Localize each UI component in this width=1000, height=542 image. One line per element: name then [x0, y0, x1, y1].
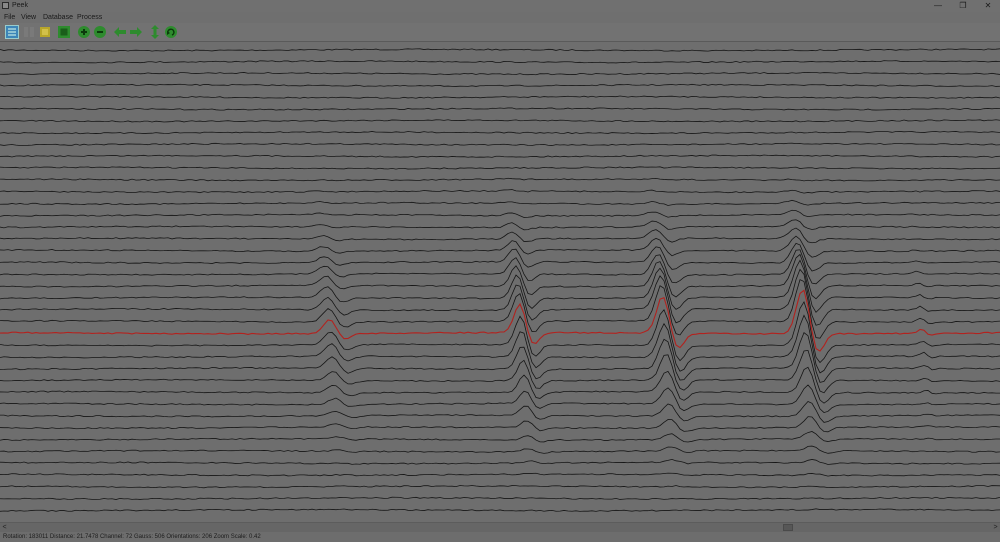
- trace: [0, 107, 1000, 111]
- trace: [0, 131, 1000, 135]
- grid-view-button[interactable]: [22, 25, 36, 39]
- trace: [0, 177, 1000, 182]
- restore-button[interactable]: ❐: [951, 0, 975, 12]
- trace: [0, 472, 1000, 477]
- trace: [0, 314, 1000, 374]
- close-button[interactable]: ✕: [976, 0, 1000, 12]
- menu-view[interactable]: View: [21, 12, 36, 23]
- scroll-left-button[interactable]: [113, 25, 127, 39]
- trace: [0, 242, 1000, 272]
- trace: [0, 485, 1000, 489]
- trace: [0, 95, 1000, 99]
- grid-view-icon: [24, 27, 34, 37]
- open-folder-button[interactable]: [38, 25, 52, 39]
- arrow-right-icon: [130, 27, 142, 37]
- trace: [0, 253, 1000, 300]
- zoom-in-icon: [78, 26, 90, 38]
- scroll-right-arrow[interactable]: >: [991, 523, 1000, 532]
- trace: [0, 416, 1000, 433]
- trace: [0, 445, 1000, 454]
- trace: [0, 83, 1000, 87]
- refresh-icon: [165, 26, 177, 38]
- trace: [0, 119, 1000, 123]
- toolbar: [0, 23, 1000, 42]
- trace: [0, 227, 1000, 244]
- app-icon: [2, 2, 9, 9]
- trace: [0, 142, 1000, 146]
- menu-process[interactable]: Process: [77, 12, 102, 23]
- trace: [0, 384, 1000, 414]
- menu-database[interactable]: Database: [43, 12, 73, 23]
- zoom-in-button[interactable]: [77, 25, 91, 39]
- scroll-right-button[interactable]: [129, 25, 143, 39]
- window-title: Peek: [12, 2, 28, 9]
- minimize-button[interactable]: —: [926, 0, 950, 12]
- waveform-plot[interactable]: [0, 42, 1000, 522]
- trace: [0, 366, 1000, 404]
- horizontal-scrollbar[interactable]: < >: [0, 522, 1000, 532]
- vertical-scale-button[interactable]: [148, 25, 162, 39]
- folder-icon: [40, 27, 50, 37]
- trace: [0, 496, 1000, 500]
- menu-file[interactable]: File: [4, 12, 15, 23]
- trace: [0, 71, 1000, 76]
- trace: [0, 249, 1000, 285]
- trace: [0, 331, 1000, 383]
- zoom-out-button[interactable]: [93, 25, 107, 39]
- stop-icon: [58, 26, 70, 38]
- stop-button[interactable]: [57, 25, 71, 39]
- menu-bar: File View Database Process: [0, 12, 1000, 23]
- list-view-button[interactable]: [5, 25, 19, 39]
- refresh-button[interactable]: [164, 25, 178, 39]
- trace: [0, 431, 1000, 443]
- waveform-traces: [0, 48, 1000, 512]
- trace: [0, 458, 1000, 465]
- title-bar: Peek — ❐ ✕: [0, 0, 1000, 12]
- list-view-icon: [5, 25, 19, 39]
- trace: [0, 199, 1000, 206]
- trace: [0, 189, 1000, 194]
- zoom-out-icon: [94, 26, 106, 38]
- trace: [0, 209, 1000, 218]
- scroll-left-arrow[interactable]: <: [0, 523, 9, 532]
- status-bar: Rotation: 183011 Distance: 21.7478 Chann…: [0, 532, 1000, 542]
- vertical-scale-icon: [151, 25, 159, 39]
- trace: [0, 154, 1000, 158]
- status-text: Rotation: 183011 Distance: 21.7478 Chann…: [3, 534, 261, 540]
- trace: [0, 166, 1000, 170]
- trace: [0, 219, 1000, 231]
- trace: [0, 60, 1000, 64]
- scroll-thumb[interactable]: [783, 524, 793, 531]
- arrow-left-icon: [114, 27, 126, 37]
- trace: [0, 508, 1000, 512]
- trace: [0, 48, 1000, 52]
